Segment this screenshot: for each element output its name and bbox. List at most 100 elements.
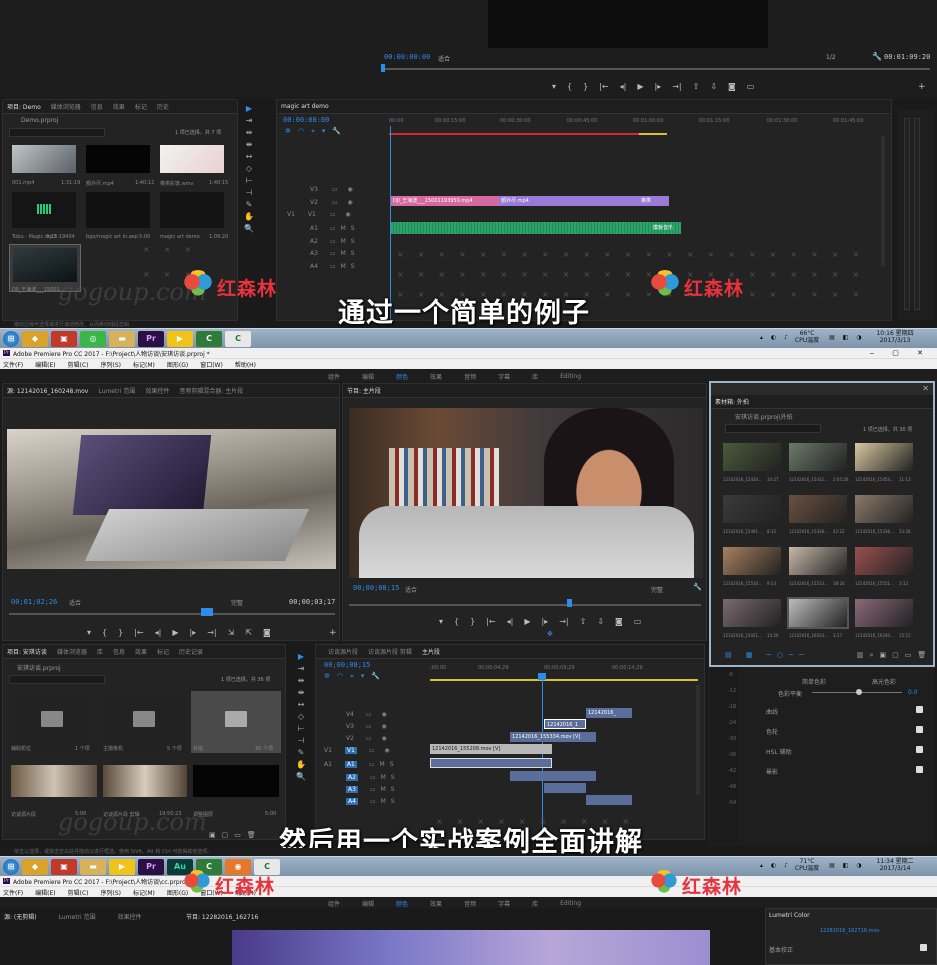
mark-out-icon[interactable]: } bbox=[583, 82, 588, 91]
source-patch[interactable]: V1 bbox=[324, 747, 332, 754]
lumetri-label-wheels[interactable]: 色轮 bbox=[766, 727, 778, 736]
tab-info[interactable]: 信息 bbox=[113, 647, 125, 656]
pen-icon[interactable]: ✎ bbox=[298, 748, 305, 757]
step-back-icon[interactable]: ◂| bbox=[155, 628, 162, 637]
top-program-fit[interactable]: 适合 bbox=[438, 54, 450, 63]
track-toggles[interactable]: ▭MS bbox=[330, 263, 360, 270]
menu-markers[interactable]: 标记(M) bbox=[133, 360, 155, 369]
bin-clip-thumbnail[interactable] bbox=[855, 547, 913, 575]
workspace-titles[interactable]: 字幕 bbox=[498, 899, 510, 908]
tab-seq-source[interactable]: 访谈源片段 bbox=[328, 647, 358, 656]
track-toggles[interactable]: ▭ ◉ bbox=[332, 199, 357, 206]
workspace-effects[interactable]: 效果 bbox=[430, 899, 442, 908]
bin-clip-thumbnail[interactable] bbox=[723, 495, 781, 523]
track-toggles[interactable]: ▭MS bbox=[370, 798, 400, 805]
thumb-source-clip[interactable] bbox=[11, 765, 97, 797]
folder-icon[interactable]: ▬ bbox=[109, 330, 135, 347]
thumb-adjustment[interactable] bbox=[193, 765, 279, 797]
balance-slider[interactable] bbox=[812, 689, 902, 695]
top-program-scrubber[interactable] bbox=[382, 68, 930, 70]
workspace-editing-en[interactable]: Editing bbox=[560, 900, 581, 907]
workspace-audio[interactable]: 音频 bbox=[464, 899, 476, 908]
media-player-icon[interactable]: ▶ bbox=[167, 330, 193, 347]
program-quality[interactable]: 完整 bbox=[651, 585, 663, 594]
track-toggles[interactable]: ▭ ◉ bbox=[366, 711, 391, 718]
go-to-in-icon[interactable]: |← bbox=[486, 617, 495, 626]
source-quality[interactable]: 完整 bbox=[231, 598, 243, 607]
selection-tool-icon[interactable]: ▶ bbox=[246, 104, 252, 113]
tab-sequence[interactable]: magic art demo bbox=[281, 103, 329, 110]
thumb-aep[interactable] bbox=[86, 192, 150, 228]
workspace-effects[interactable]: 效果 bbox=[430, 372, 442, 381]
marker-icon[interactable]: ▾ bbox=[552, 82, 556, 91]
bin-clip-thumbnail[interactable] bbox=[723, 599, 781, 627]
app-icon[interactable]: ▣ bbox=[51, 858, 77, 875]
app-icon[interactable]: ◆ bbox=[22, 330, 48, 347]
tab-media-browser[interactable]: 媒体浏览器 bbox=[57, 647, 87, 656]
play-icon[interactable]: ▶ bbox=[172, 628, 178, 637]
tab-source[interactable]: 源: (无剪辑) bbox=[4, 912, 37, 921]
clip-v3[interactable]: 12142016_1 bbox=[544, 719, 586, 729]
slide-icon[interactable]: ⊣ bbox=[246, 188, 253, 197]
tab-lumetri-scopes[interactable]: Lumetri 范围 bbox=[98, 386, 135, 395]
top-program-timecode[interactable]: 00:00:00:00 bbox=[384, 53, 430, 61]
app-icon[interactable]: ◆ bbox=[22, 858, 48, 875]
tab-seq-main[interactable]: 主片段 bbox=[422, 647, 440, 656]
timeline-timecode[interactable]: 00;00;08;15 bbox=[324, 661, 370, 669]
add-button-icon[interactable]: + bbox=[918, 82, 926, 92]
source-playhead[interactable] bbox=[201, 608, 213, 616]
mark-in-icon[interactable]: { bbox=[567, 82, 572, 91]
ripple-edit-icon[interactable]: ⇹ bbox=[246, 128, 253, 137]
wrench-icon[interactable]: 🔧 bbox=[872, 52, 882, 61]
folder-icon[interactable]: ▬ bbox=[80, 858, 106, 875]
bin-clip-thumbnail[interactable] bbox=[723, 547, 781, 575]
workspace-editing[interactable]: 编辑 bbox=[362, 899, 374, 908]
mark-out-icon[interactable]: } bbox=[470, 617, 475, 626]
clip-a2[interactable] bbox=[510, 771, 596, 781]
marker-icon[interactable]: ▾ bbox=[439, 617, 443, 626]
zoom-icon[interactable]: 🔍 bbox=[244, 224, 254, 233]
tab-source[interactable]: 源: 12142016_160248.mov bbox=[7, 386, 88, 395]
bin-folder-outdoor[interactable] bbox=[191, 691, 281, 753]
tray-icons[interactable]: ▤ ◧ ◑ bbox=[829, 334, 864, 341]
lumetri-label-curves[interactable]: 曲线 bbox=[766, 707, 778, 716]
go-to-out-icon[interactable]: →| bbox=[207, 628, 216, 637]
tab-project[interactable]: 项目: 安琪访谈 bbox=[7, 647, 47, 656]
clip-wmv[interactable]: 推类 bbox=[639, 196, 669, 206]
menu-help[interactable]: 帮助(H) bbox=[235, 360, 256, 369]
tab-history[interactable]: 历史 bbox=[157, 102, 169, 111]
wrench-icon[interactable]: 🔧 bbox=[693, 583, 702, 591]
bin-clip-thumbnail[interactable] bbox=[789, 443, 847, 471]
thumb-wmv[interactable] bbox=[160, 145, 224, 173]
insert-icon[interactable]: ⇲ bbox=[228, 628, 235, 637]
track-toggles[interactable]: ▭MS bbox=[370, 786, 400, 793]
tab-markers[interactable]: 标记 bbox=[135, 102, 147, 111]
source-patch[interactable]: A1 bbox=[324, 761, 332, 768]
work-area-bar[interactable] bbox=[430, 679, 698, 681]
slide-icon[interactable]: ⊣ bbox=[298, 736, 305, 745]
menu-markers[interactable]: 标记(M) bbox=[133, 888, 155, 897]
bin-clip-thumbnail[interactable] bbox=[789, 495, 847, 523]
menu-file[interactable]: 文件(F) bbox=[3, 360, 23, 369]
thumb-001[interactable] bbox=[12, 145, 76, 173]
bin-folder-main[interactable] bbox=[101, 691, 187, 753]
workspace-titles[interactable]: 字幕 bbox=[498, 372, 510, 381]
camera-icon[interactable]: ◙ bbox=[615, 617, 623, 626]
extract-icon[interactable]: ⇩ bbox=[710, 82, 717, 91]
timeline-timecode[interactable]: 00:00:00:00 bbox=[283, 116, 329, 124]
track-select-icon[interactable]: ⇥ bbox=[246, 116, 253, 125]
track-toggles[interactable]: ▭ ◉ bbox=[332, 186, 357, 193]
camtasia-recorder-icon[interactable]: C bbox=[225, 330, 251, 347]
curves-checkbox[interactable] bbox=[916, 706, 923, 713]
workspace-color[interactable]: 颜色 bbox=[396, 372, 408, 381]
menu-file[interactable]: 文件(F) bbox=[3, 888, 23, 897]
tab-lumetri-color[interactable]: Lumetri Color bbox=[769, 912, 810, 919]
menu-graphics[interactable]: 图形(G) bbox=[167, 360, 188, 369]
selection-tool-icon[interactable]: ▶ bbox=[298, 652, 304, 661]
clip-a4[interactable] bbox=[586, 795, 632, 805]
step-forward-icon[interactable]: |▸ bbox=[654, 82, 661, 91]
tab-effect-controls[interactable]: 效果控件 bbox=[145, 386, 169, 395]
rolling-edit-icon[interactable]: ⇼ bbox=[246, 140, 253, 149]
timeline-vscroll[interactable] bbox=[881, 136, 885, 266]
track-toggles[interactable]: ▭ ◉ bbox=[366, 735, 391, 742]
